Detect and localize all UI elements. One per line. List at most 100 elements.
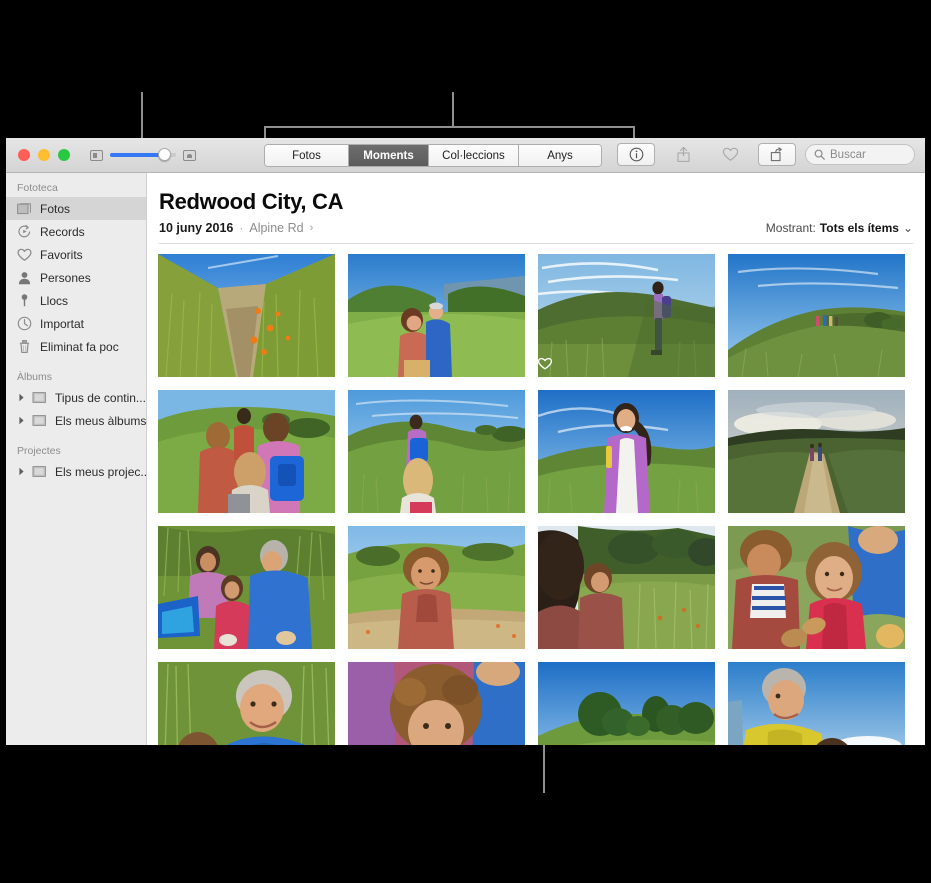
small-thumbnail-icon: [90, 149, 103, 161]
photo-thumbnail[interactable]: [158, 254, 335, 377]
photo-thumbnail[interactable]: [728, 662, 905, 745]
sidebar-item-label: Records: [40, 224, 85, 239]
share-icon: [676, 146, 690, 162]
folder-icon: [32, 390, 47, 405]
sidebar-item-records[interactable]: Records: [6, 220, 146, 243]
sidebar-item-label: Persones: [40, 270, 91, 285]
rotate-button[interactable]: [758, 143, 796, 166]
chevron-down-icon[interactable]: ⌄: [903, 221, 913, 235]
sidebar-section-header-projectes: Projectes: [17, 445, 61, 457]
photo-thumbnail[interactable]: [348, 526, 525, 649]
sidebar-item-label: Tipus de contin...: [55, 390, 146, 405]
folder-icon: [32, 413, 47, 428]
chevron-right-icon[interactable]: [17, 393, 26, 402]
clock-icon: [17, 316, 32, 331]
window-body: Fototeca Fotos Records Favorits Persones…: [6, 173, 925, 745]
person-icon: [17, 270, 32, 285]
map-pin-icon: [17, 293, 32, 308]
close-window-button[interactable]: [18, 149, 30, 161]
view-tabs-callout-stem: [452, 92, 454, 127]
sidebar: Fototeca Fotos Records Favorits Persones…: [6, 173, 147, 745]
tab-moments[interactable]: Moments: [349, 145, 429, 166]
maximize-window-button[interactable]: [58, 149, 70, 161]
sidebar-item-importat[interactable]: Importat: [6, 312, 146, 335]
sidebar-item-fotos[interactable]: Fotos: [6, 197, 146, 220]
sidebar-item-label: Els meus àlbums: [55, 413, 146, 428]
search-field[interactable]: Buscar: [805, 144, 915, 165]
folder-icon: [32, 464, 47, 479]
separator-dot: ·: [239, 221, 244, 235]
info-button[interactable]: [617, 143, 655, 166]
share-button[interactable]: [664, 143, 702, 166]
chevron-right-icon[interactable]: [17, 467, 26, 476]
photo-grid-callout-line: [543, 745, 545, 793]
sidebar-item-tipus-de-contingut[interactable]: Tipus de contin...: [6, 386, 146, 409]
sidebar-item-label: Eliminat fa poc: [40, 339, 119, 354]
photo-thumbnail[interactable]: [158, 526, 335, 649]
traffic-light-group: [18, 149, 70, 161]
search-input[interactable]: Buscar: [830, 149, 866, 161]
sidebar-item-label: Fotos: [40, 201, 71, 216]
favorite-button[interactable]: [711, 143, 749, 166]
sidebar-item-eliminat-fa-poc[interactable]: Eliminat fa poc: [6, 335, 146, 358]
showing-value: Tots els ítems: [819, 221, 899, 235]
sidebar-item-persones[interactable]: Persones: [6, 266, 146, 289]
sidebar-item-label: Importat: [40, 316, 85, 331]
photo-thumbnail[interactable]: [728, 390, 905, 513]
photo-thumbnail[interactable]: [728, 254, 905, 377]
sidebar-item-label: Favorits: [40, 247, 83, 262]
photo-thumbnail[interactable]: [538, 526, 715, 649]
page-title: Redwood City, CA: [159, 189, 344, 214]
sidebar-item-llocs[interactable]: Llocs: [6, 289, 146, 312]
moment-location-link[interactable]: Alpine Rd: [249, 221, 303, 235]
window-titlebar: Fotos Moments Col·leccions Anys Buscar: [6, 138, 925, 173]
zoom-slider-knob[interactable]: [158, 148, 172, 161]
photo-thumbnail[interactable]: [538, 254, 715, 377]
thumbnail-zoom-slider[interactable]: [90, 148, 196, 161]
moment-date: 10 juny 2016: [159, 221, 234, 235]
moment-subheader: 10 juny 2016 · Alpine Rd › Mostrant: Tot…: [147, 215, 925, 235]
photo-thumbnail[interactable]: [158, 662, 335, 745]
sidebar-item-els-meus-albums[interactable]: Els meus àlbums: [6, 409, 146, 432]
photo-thumbnail[interactable]: [348, 390, 525, 513]
photo-thumbnail[interactable]: [538, 390, 715, 513]
photo-thumbnail[interactable]: [728, 526, 905, 649]
photo-thumbnail[interactable]: [348, 254, 525, 377]
showing-filter[interactable]: Mostrant: Tots els ítems ⌄: [766, 221, 913, 235]
sidebar-item-label: Els meus projec...: [55, 464, 146, 479]
sidebar-section-header-albums: Àlbums: [17, 371, 53, 383]
view-mode-segmented-control[interactable]: Fotos Moments Col·leccions Anys: [264, 144, 602, 167]
tab-fotos[interactable]: Fotos: [265, 145, 349, 166]
sidebar-item-favorits[interactable]: Favorits: [6, 243, 146, 266]
photo-thumbnail[interactable]: [348, 662, 525, 745]
photo-thumbnail[interactable]: [538, 662, 715, 745]
photo-thumbnail[interactable]: [158, 390, 335, 513]
screenshot-stage: Fotos Moments Col·leccions Anys Buscar F…: [0, 0, 931, 883]
minimize-window-button[interactable]: [38, 149, 50, 161]
trash-icon: [17, 339, 32, 354]
large-thumbnail-icon: [183, 149, 196, 161]
heart-icon: [722, 147, 738, 161]
zoom-slider-track[interactable]: [110, 148, 176, 161]
sidebar-item-label: Llocs: [40, 293, 69, 308]
tab-anys[interactable]: Anys: [519, 145, 601, 166]
search-icon: [814, 149, 825, 160]
chevron-right-icon[interactable]: [17, 416, 26, 425]
rotate-icon: [770, 146, 782, 161]
photo-grid: [147, 244, 925, 745]
showing-label: Mostrant:: [765, 221, 816, 235]
tab-colleccions[interactable]: Col·leccions: [429, 145, 519, 166]
zoom-slider-fill: [110, 153, 165, 157]
sidebar-item-els-meus-projectes[interactable]: Els meus projec...: [6, 460, 146, 483]
main-content: Redwood City, CA 10 juny 2016 · Alpine R…: [147, 173, 925, 745]
memories-icon: [17, 224, 32, 239]
chevron-right-icon[interactable]: ›: [310, 222, 314, 234]
heart-icon: [17, 247, 32, 262]
photos-icon: [17, 201, 32, 216]
info-icon: [629, 147, 643, 162]
view-tabs-callout-bracket: [264, 126, 635, 128]
toolbar-right-group: Buscar: [617, 143, 915, 166]
sidebar-section-header-fototeca: Fototeca: [17, 182, 58, 194]
